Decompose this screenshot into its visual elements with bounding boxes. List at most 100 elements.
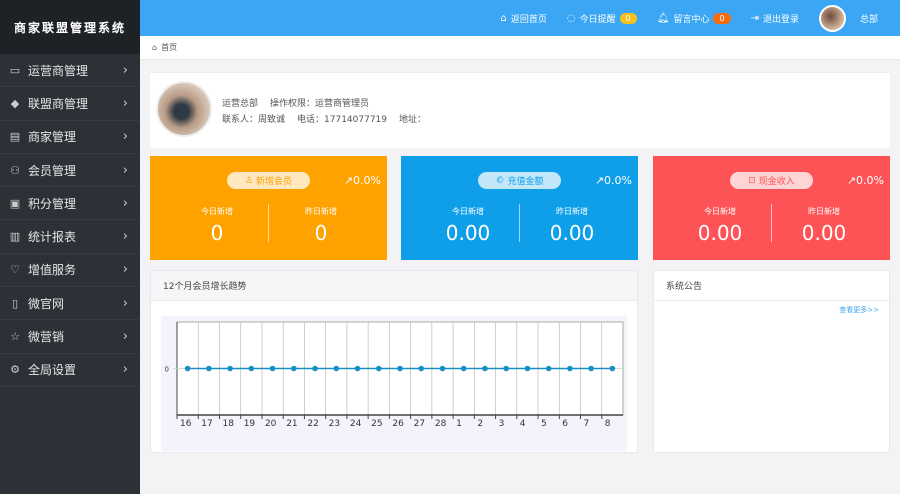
user-avatar[interactable] — [818, 4, 846, 32]
data-point — [609, 365, 616, 372]
home-link[interactable]: ⌂ 返回首页 — [501, 12, 547, 25]
sidebar: 商家联盟管理系统 ▭ 运营商管理 › ◆ 联盟商管理 › ▤ 商家管理 › ⚇ 会员管理 › ▣ 积分管理… — [0, 0, 140, 494]
breadcrumb-home[interactable]: 首页 — [161, 42, 177, 53]
x-tick-label: 24 — [350, 419, 362, 429]
stat-title: 现金收入 — [758, 177, 795, 187]
data-point — [503, 365, 509, 372]
x-tick-label: 6 — [562, 419, 568, 429]
sidebar-item-label: 积分管理 — [28, 196, 77, 211]
user-name[interactable]: 总部 — [860, 12, 878, 25]
chevron-right-icon: › — [122, 362, 128, 378]
user-icon: ♙ — [244, 175, 254, 186]
contact: 联系人：周致诚 — [222, 115, 286, 125]
stat-trend: ↗0.0% — [846, 174, 884, 187]
data-point — [545, 365, 552, 372]
yesterday-value: 0.00 — [549, 221, 595, 245]
yesterday-value: 0.00 — [801, 221, 847, 245]
x-tick-label: 5 — [541, 419, 547, 429]
reminders-label: 今日提醒 — [579, 14, 616, 25]
notice-title: 系统公告 — [654, 271, 889, 301]
gear-icon: ⚙ — [10, 363, 20, 377]
star-icon: ☆ — [10, 330, 20, 344]
data-point — [375, 365, 382, 372]
data-point — [248, 365, 255, 372]
y-tick-label: 0 — [165, 366, 169, 374]
notice-panel: 系统公告 查看更多>> — [653, 270, 890, 453]
view-more-link[interactable]: 查看更多>> — [839, 305, 879, 315]
sidebar-item[interactable]: ⚙ 全局设置 › — [0, 354, 140, 387]
stat-title-pill: ⊡ 现金收入 — [730, 172, 813, 189]
heart-icon: ♡ — [10, 263, 20, 277]
monitor-icon: ▭ — [9, 63, 21, 77]
sidebar-item-label: 联盟商管理 — [28, 96, 89, 111]
yesterday-value: 0 — [314, 221, 328, 245]
today-value: 0 — [210, 221, 224, 245]
x-tick-label: 19 — [244, 419, 256, 429]
chevron-right-icon: › — [122, 195, 128, 211]
yesterday-label: 昨日新增 — [808, 207, 840, 216]
stat-title: 充值金额 — [507, 177, 544, 187]
yesterday-label: 昨日新增 — [305, 207, 337, 216]
chevron-right-icon: › — [122, 229, 128, 245]
sidebar-item[interactable]: ◆ 联盟商管理 › — [0, 87, 140, 121]
x-tick-label: 28 — [435, 419, 447, 429]
org-name: 运营总部 — [222, 99, 259, 109]
stat-trend: ↗0.0% — [343, 174, 381, 187]
sidebar-item[interactable]: ♡ 增值服务 › — [0, 254, 140, 288]
app-logo: 商家联盟管理系统 — [0, 0, 140, 54]
sidebar-item[interactable]: ▥ 统计报表 › — [0, 220, 140, 254]
x-tick-label: 8 — [605, 419, 611, 429]
card-icon: ▣ — [9, 196, 21, 210]
x-tick-label: 4 — [520, 419, 526, 429]
data-point — [418, 365, 425, 372]
sidebar-item-label: 微官网 — [28, 296, 65, 311]
sidebar-item[interactable]: ⚇ 会员管理 › — [0, 154, 140, 188]
x-tick-label: 20 — [265, 419, 277, 429]
chevron-right-icon: › — [122, 62, 128, 78]
data-point — [460, 365, 467, 372]
sidebar-item-label: 增值服务 — [28, 263, 77, 278]
messages-label: 留言中心 — [673, 14, 710, 25]
sidebar-item[interactable]: ▭ 运营商管理 › — [0, 54, 140, 88]
x-tick-label: 23 — [329, 419, 340, 429]
profile-card: 运营总部 操作权限：运营商管理员 联系人：周致诚 电话：17714077719 地址： — [150, 72, 890, 148]
sidebar-item[interactable]: ☆ 微营销 › — [0, 320, 140, 354]
store-icon: ▤ — [9, 130, 21, 144]
logout-link[interactable]: ⇥ 退出登录 — [751, 12, 799, 25]
chat-icon: ◌ — [566, 12, 576, 24]
data-point — [567, 365, 573, 372]
breadcrumb: ⌂ 首页 — [140, 36, 900, 60]
data-point — [291, 365, 297, 372]
sidebar-item[interactable]: ▣ 积分管理 › — [0, 187, 140, 221]
profile-photo — [156, 81, 212, 137]
data-point — [312, 365, 318, 372]
chevron-right-icon: › — [122, 129, 128, 145]
permission: 操作权限：运营商管理员 — [270, 99, 370, 109]
data-point — [227, 365, 233, 372]
x-tick-label: 3 — [499, 419, 505, 429]
today-label: 今日新增 — [452, 207, 484, 216]
chevron-right-icon: › — [122, 329, 128, 345]
today-label: 今日新增 — [201, 207, 233, 216]
stat-card: © 充值金额 ↗0.0% 今日新增 0.00 昨日新增 0.00 — [401, 156, 638, 260]
reminders-link[interactable]: ◌ 今日提醒 0 — [567, 12, 637, 25]
x-tick-label: 26 — [392, 419, 404, 429]
sidebar-item-label: 会员管理 — [28, 163, 77, 178]
reminders-badge: 0 — [619, 12, 637, 24]
home-label: 返回首页 — [510, 14, 547, 25]
x-tick-label: 2 — [477, 419, 483, 429]
messages-badge: 0 — [713, 12, 731, 24]
data-point — [354, 365, 361, 372]
messages-link[interactable]: 🔔︎ 留言中心 0 — [657, 12, 731, 25]
topbar: ⌂ 返回首页 ◌ 今日提醒 0 🔔︎ 留言中心 0 ⇥ 退出登录 总部 — [140, 0, 900, 36]
stat-card: ⊡ 现金收入 ↗0.0% 今日新增 0.00 昨日新增 0.00 — [653, 156, 890, 260]
stat-title-pill: ♙ 新增会员 — [227, 172, 310, 189]
chevron-right-icon: › — [122, 295, 128, 311]
stat-card: ♙ 新增会员 ↗0.0% 今日新增 0 昨日新增 0 — [150, 156, 387, 260]
sidebar-item[interactable]: ▯ 微官网 › — [0, 287, 140, 321]
today-value: 0.00 — [697, 221, 743, 245]
today-label: 今日新增 — [704, 207, 736, 216]
x-tick-label: 27 — [414, 419, 425, 429]
sidebar-item[interactable]: ▤ 商家管理 › — [0, 121, 140, 154]
chart-icon: ▥ — [9, 230, 21, 244]
